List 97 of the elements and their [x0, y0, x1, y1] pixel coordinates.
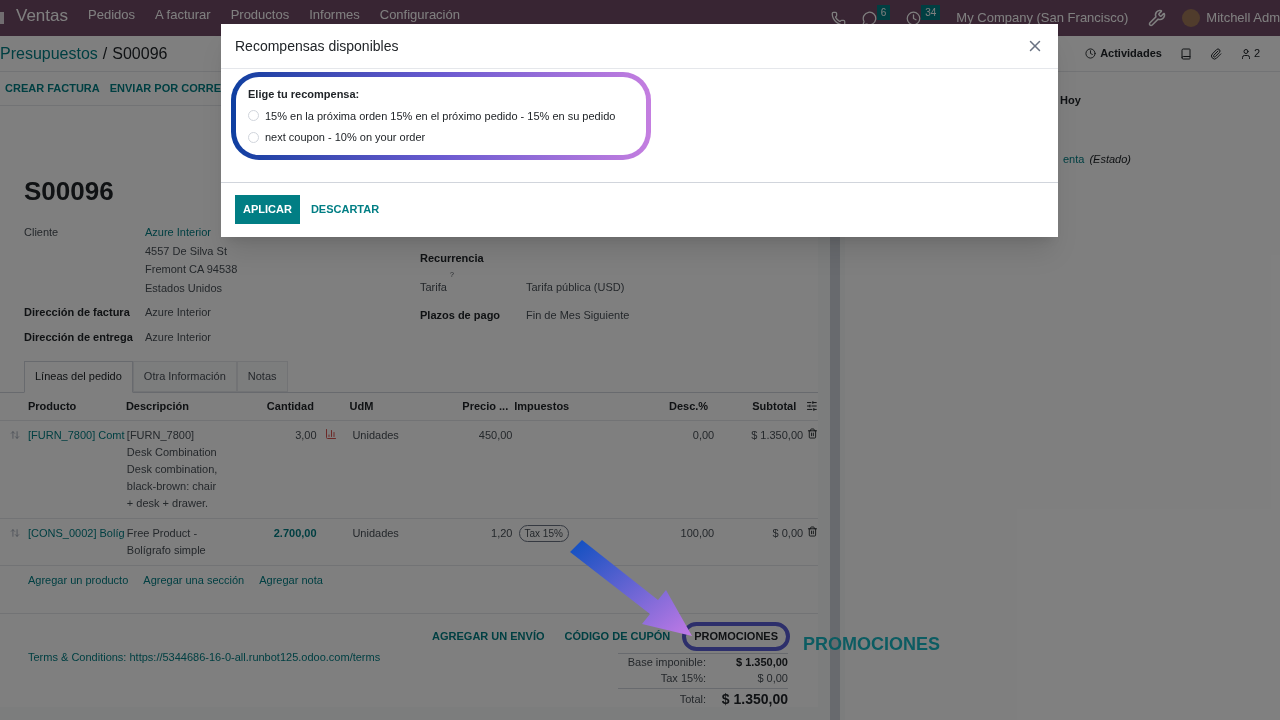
user-name[interactable]: Mitchell Adm [1206, 8, 1280, 28]
total-label: Tax 15%: [660, 670, 706, 686]
form-tab[interactable]: Otra Información [132, 361, 237, 392]
chat-icon[interactable] [861, 10, 877, 26]
field-value: Fin de Mes Siguiente [526, 308, 630, 323]
field-label: Dirección de factura [24, 305, 131, 320]
product-cell[interactable]: [CONS_0002] Bolíg [0, 524, 127, 541]
field-label: Plazos de pago [420, 308, 501, 323]
nav-menu-item[interactable]: Configuración [379, 5, 460, 25]
form-action-button[interactable]: CREAR FACTURA [1, 80, 104, 97]
terms-text: Terms & Conditions: https://5344686-16-0-all.runbot125.odoo.com/terms [28, 649, 381, 665]
total-value: $ 0,00 [756, 670, 788, 686]
field-value: 4557 De Silva St [145, 243, 228, 259]
breadcrumb-current: S00096 [112, 43, 168, 64]
discard-button[interactable]: DESCARTAR [302, 195, 388, 224]
column-header[interactable]: Desc.% [641, 397, 709, 415]
follower-icon[interactable] [1239, 47, 1252, 60]
app-name[interactable]: Ventas [16, 3, 68, 29]
field-label: Tarifa [420, 279, 447, 295]
nav-menu-item[interactable]: Pedidos [88, 5, 135, 25]
column-header[interactable]: Subtotal [708, 397, 797, 415]
option-label: next coupon - 10% on your order [265, 130, 426, 145]
column-header[interactable]: Cantidad [243, 397, 322, 415]
field-label: Dirección de entrega [24, 329, 134, 345]
activities-button[interactable]: Actividades [1085, 45, 1162, 62]
delete-icon[interactable] [807, 525, 818, 537]
total-label: Base imponible: [627, 654, 706, 670]
form-tab[interactable]: Notas [236, 361, 288, 392]
drag-handle-icon[interactable] [10, 527, 20, 538]
field-label: Cliente [24, 225, 60, 240]
field-value: Fremont CA 94538 [145, 262, 238, 277]
reward-option[interactable]: next coupon - 10% on your order [248, 129, 634, 146]
nav-menu-item[interactable]: Informes [309, 5, 360, 25]
attachment-icon[interactable] [1209, 47, 1222, 60]
description-line: Desk combination, [126, 461, 219, 477]
uom-cell-text: Unidades [351, 427, 400, 443]
tools-icon[interactable] [1148, 9, 1167, 27]
dialog-title: Recompensas disponibles [235, 36, 399, 56]
total-value: $ 1.350,00 [720, 690, 788, 707]
description-line: Free Product - [126, 525, 199, 541]
add-line-link[interactable]: Agregar un producto [28, 571, 129, 588]
follower-count[interactable]: 2 [1253, 45, 1260, 62]
product-cell[interactable]: [FURN_7800] Comt [0, 426, 127, 443]
tracking-field: (Estado) [1089, 150, 1131, 167]
company-switcher[interactable]: My Company (San Francisco) [956, 8, 1129, 28]
date-separator: Hoy [1059, 93, 1082, 108]
total-value: $ 1.350,00 [735, 654, 788, 670]
field-value: Azure Interior [145, 305, 212, 320]
breadcrumb-separator: / [102, 43, 108, 64]
total-label: Total: [679, 691, 706, 707]
column-header[interactable]: Impuestos [514, 397, 642, 415]
message-count-badge: 6 [876, 4, 891, 20]
delete-icon[interactable] [807, 427, 818, 439]
quantity-cell-text: 3,00 [295, 427, 317, 443]
activity-count-badge: 34 [921, 4, 941, 20]
breadcrumb-link[interactable]: Presupuestos [0, 41, 98, 66]
clock-icon [1085, 48, 1097, 59]
column-header[interactable]: Producto [0, 397, 126, 415]
apply-button[interactable]: APLICAR [235, 195, 300, 224]
annotation-label: PROMOCIONES [803, 633, 940, 656]
subtotal-cell-text: $ 0,00 [771, 525, 804, 541]
field-value: Azure Interior [145, 329, 212, 345]
reward-prompt: Elige tu recompensa: [248, 87, 361, 102]
column-settings-icon[interactable] [806, 400, 818, 412]
nav-menu-item[interactable]: Productos [230, 5, 290, 25]
field-label: Recurrencia [420, 251, 484, 266]
description-line: [FURN_7800] [126, 427, 196, 443]
form-tab[interactable]: Líneas del pedido [24, 361, 133, 393]
clock-icon[interactable] [906, 10, 922, 26]
drag-handle-icon[interactable] [10, 429, 20, 440]
discount-cell-text: 0,00 [691, 427, 715, 443]
description-line: Bolígrafo simple [126, 542, 207, 558]
field-value: Tarifa pública (USD) [526, 279, 625, 295]
column-header[interactable]: Precio ... [425, 397, 515, 415]
column-header[interactable]: UdM [337, 397, 426, 415]
forecast-chart-icon[interactable] [324, 427, 337, 440]
uom-cell-text: Unidades [351, 525, 400, 541]
tracking-value: enta [1063, 151, 1085, 167]
discount-cell-text: 100,00 [679, 525, 715, 541]
price-cell-text: 1,20 [490, 525, 514, 541]
form-action-button[interactable]: ENVIAR POR CORRE [105, 80, 225, 97]
column-header[interactable]: Descripción [125, 397, 244, 415]
quantity-cell-text: 2.700,00 [273, 525, 317, 541]
footer-action-button[interactable]: AGREGAR UN ENVÍO [424, 626, 553, 647]
field-value: Estados Unidos [145, 280, 224, 296]
description-line: Desk Combination [126, 444, 218, 460]
price-cell-text: 450,00 [477, 427, 514, 443]
add-line-link[interactable]: Agregar nota [259, 571, 323, 588]
book-icon[interactable] [1179, 47, 1192, 60]
phone-icon[interactable] [830, 10, 846, 26]
order-number: S00096 [23, 178, 115, 204]
description-line: + desk + drawer. [126, 495, 210, 511]
subtotal-cell-text: $ 1.350,00 [750, 427, 804, 443]
add-line-link[interactable]: Agregar una sección [143, 571, 245, 588]
footer-action-button[interactable]: PROMOCIONES [682, 622, 790, 651]
nav-menu-item[interactable]: A facturar [155, 5, 211, 25]
description-line: black-brown: chair [126, 478, 218, 494]
